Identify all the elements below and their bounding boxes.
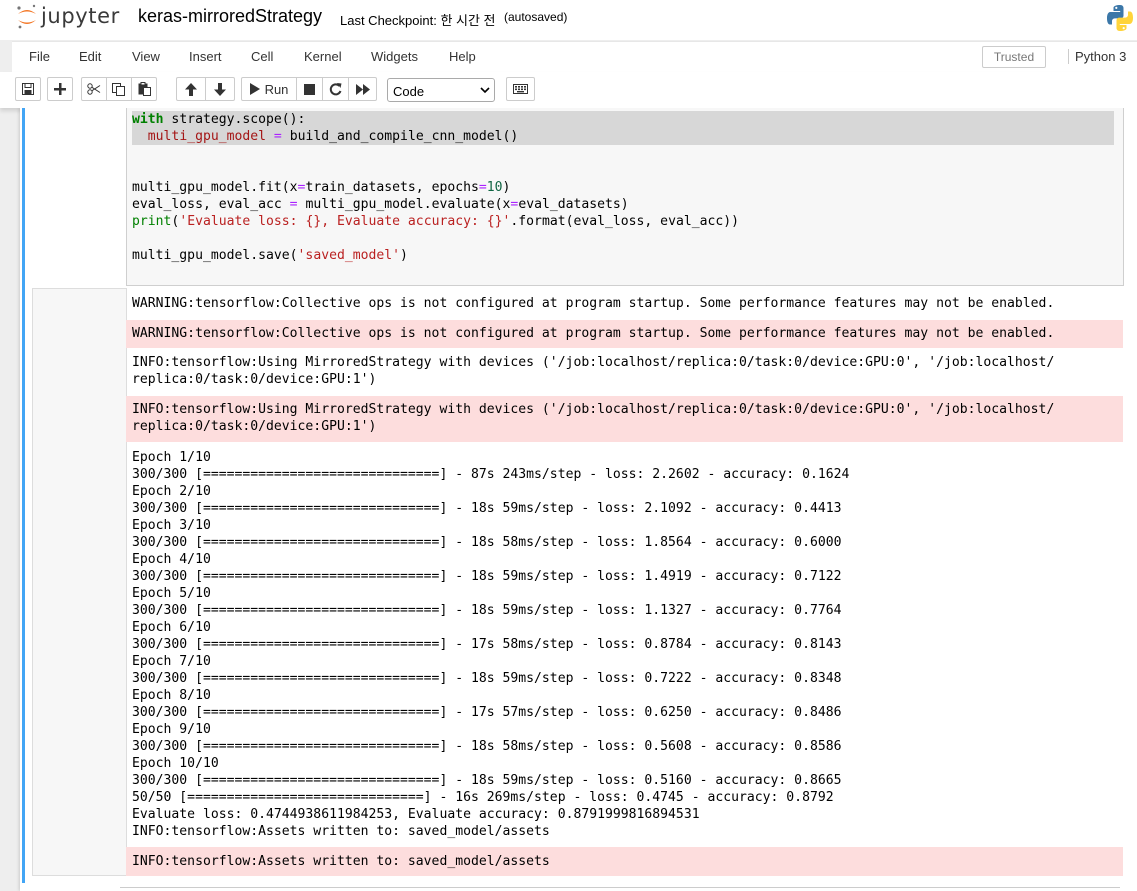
logo-text: jupyter: [41, 3, 120, 28]
code-line-6: eval_loss, eval_acc = multi_gpu_model.ev…: [132, 197, 629, 212]
run-button[interactable]: Run: [241, 77, 297, 101]
checkpoint-status: Last Checkpoint: 한 시간 전: [340, 13, 496, 28]
arrow-up-icon: [185, 82, 197, 96]
save-button[interactable]: [15, 77, 41, 101]
cut-icon: [87, 83, 101, 95]
arrow-down-icon: [214, 82, 226, 96]
copy-icon: [112, 82, 125, 96]
output-stderr-info-strategy: INFO:tensorflow:Using MirroredStrategy w…: [126, 396, 1123, 442]
menu-insert[interactable]: Insert: [189, 49, 222, 64]
output-training-log: Epoch 1/10 300/300 [====================…: [132, 450, 850, 839]
menu-help[interactable]: Help: [449, 49, 476, 64]
copy-button[interactable]: [106, 77, 132, 101]
code-line-7: print('Evaluate loss: {}, Evaluate accur…: [132, 214, 740, 229]
autosave-status: (autosaved): [504, 10, 568, 24]
run-label: Run: [264, 81, 289, 97]
menu-cell[interactable]: Cell: [251, 49, 273, 64]
output-prompt-area[interactable]: [32, 288, 127, 876]
edit-group: [81, 77, 157, 101]
cell-type-value: Code: [393, 84, 425, 99]
menu-edit[interactable]: Edit: [79, 49, 101, 64]
insert-group: [47, 77, 73, 101]
cell-type-select[interactable]: Code: [387, 78, 495, 102]
restart-run-all-button[interactable]: [348, 77, 377, 101]
notebook-page: with strategy.scope(): multi_gpu_model =…: [20, 108, 1137, 891]
notebook-scroll-area[interactable]: with strategy.scope(): multi_gpu_model =…: [0, 108, 1137, 891]
code-editor[interactable]: with strategy.scope(): multi_gpu_model =…: [126, 108, 1124, 286]
trusted-indicator[interactable]: Trusted: [982, 46, 1046, 68]
command-palette-button[interactable]: [506, 77, 535, 101]
code-line-9: multi_gpu_model.save('saved_model'): [132, 248, 408, 263]
menubar: File Edit View Insert Cell Kernel Widget…: [12, 41, 1137, 73]
cut-button[interactable]: [81, 77, 107, 101]
toolbar: Run Code: [0, 72, 1137, 108]
code-line-1: with strategy.scope():: [132, 111, 1114, 128]
jupyter-logo[interactable]: jupyter: [16, 3, 120, 31]
code-line-5: multi_gpu_model.fit(x=train_datasets, ep…: [132, 180, 511, 195]
restart-icon: [329, 82, 342, 95]
menu-file[interactable]: File: [29, 49, 50, 64]
kernel-indicator[interactable]: Python 3: [1068, 49, 1126, 64]
restart-button[interactable]: [322, 77, 349, 101]
output-stderr-assets: INFO:tensorflow:Assets written to: saved…: [126, 847, 1123, 876]
palette-group: [506, 77, 535, 101]
insert-cell-button[interactable]: [47, 77, 73, 101]
chevron-down-icon: [480, 87, 490, 94]
jupyter-logo-icon: [17, 4, 36, 29]
run-group: Run: [241, 77, 377, 101]
move-up-button[interactable]: [176, 77, 206, 101]
output-stdout-info-strategy: INFO:tensorflow:Using MirroredStrategy w…: [132, 355, 1055, 387]
python-logo-icon: [1107, 5, 1133, 31]
menu-widgets[interactable]: Widgets: [371, 49, 418, 64]
fast-forward-icon: [355, 83, 370, 95]
save-icon: [22, 83, 34, 95]
output-stdout-warning: WARNING:tensorflow:Collective ops is not…: [132, 296, 1055, 311]
move-down-button[interactable]: [205, 77, 235, 101]
save-group: [15, 77, 41, 101]
code-line-2: multi_gpu_model = build_and_compile_cnn_…: [132, 128, 1114, 145]
stop-icon: [304, 83, 315, 95]
menu-view[interactable]: View: [132, 49, 160, 64]
keyboard-icon: [513, 84, 528, 94]
notebook-header: jupyter keras-mirroredStrategy Last Chec…: [0, 0, 1137, 40]
move-group: [176, 77, 235, 101]
notebook-title[interactable]: keras-mirroredStrategy: [138, 6, 322, 27]
run-icon: [249, 83, 260, 95]
paste-icon: [138, 82, 151, 96]
plus-icon: [54, 83, 66, 95]
menu-kernel[interactable]: Kernel: [304, 49, 342, 64]
interrupt-button[interactable]: [296, 77, 323, 101]
code-cell[interactable]: with strategy.scope(): multi_gpu_model =…: [25, 108, 1137, 883]
paste-button[interactable]: [131, 77, 157, 101]
next-cell-border: [120, 887, 1120, 888]
output-stderr-warning: WARNING:tensorflow:Collective ops is not…: [126, 320, 1123, 348]
